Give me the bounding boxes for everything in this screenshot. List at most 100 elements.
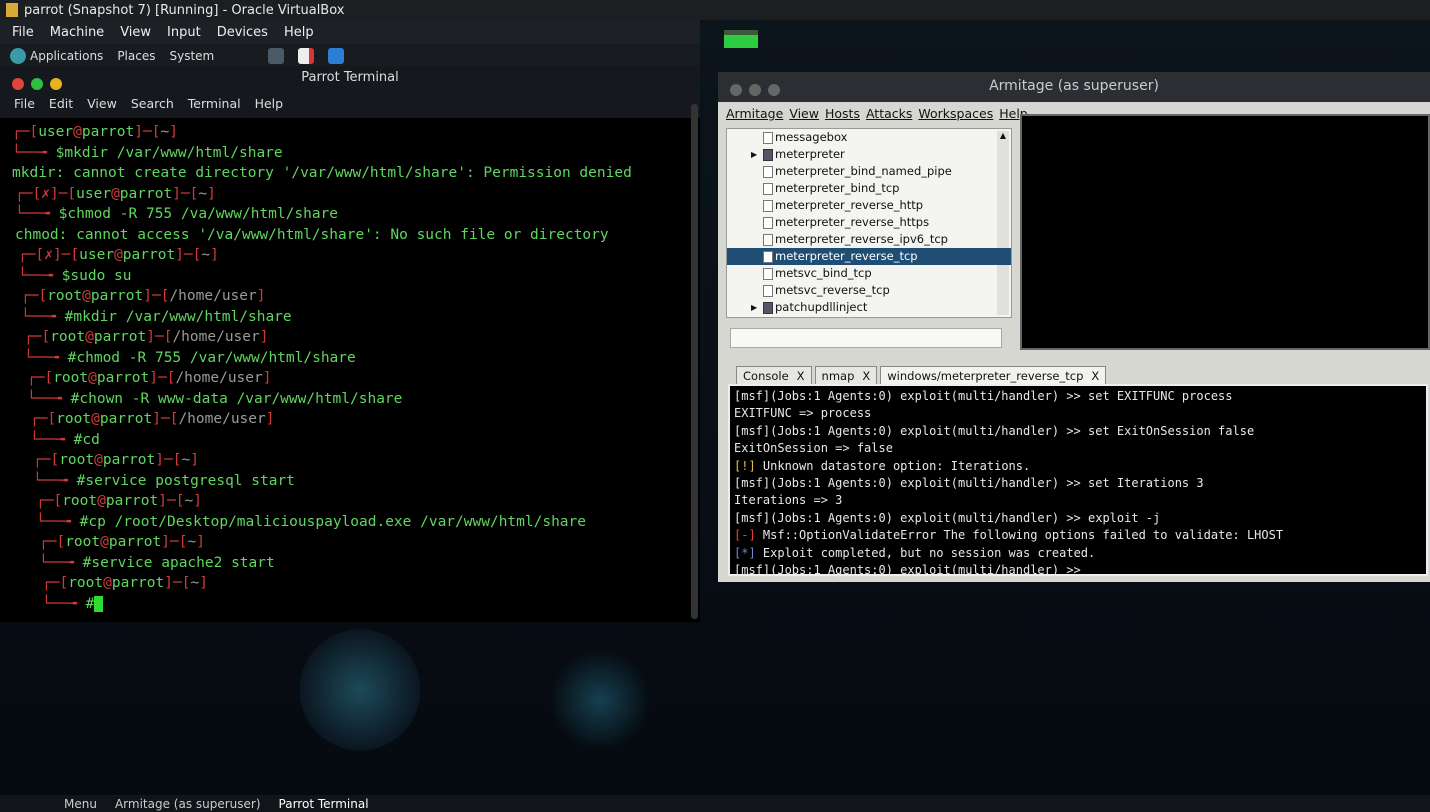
- tree-item[interactable]: meterpreter_bind_named_pipe: [727, 163, 1011, 180]
- prompt-host: parrot: [102, 452, 156, 468]
- tab-bar: Console Xnmap Xwindows/meterpreter_reverse…: [736, 366, 1107, 386]
- arm-menu-view[interactable]: View: [789, 106, 819, 121]
- arm-menu-attacks[interactable]: Attacks: [866, 106, 912, 121]
- taskbar-menu[interactable]: Menu: [64, 797, 97, 811]
- prompt-decoration: ]: [265, 411, 275, 427]
- prompt-decoration: └──╼: [24, 349, 68, 366]
- panel-places[interactable]: Places: [117, 49, 155, 63]
- menu-input[interactable]: Input: [167, 25, 201, 41]
- command-line: └──╼ #cp /root/Desktop/maliciouspayload.…: [12, 512, 688, 533]
- prompt-decoration: ┌─: [21, 288, 39, 304]
- tree-item-label: meterpreter_reverse_https: [775, 215, 930, 229]
- terminal-window: Parrot Terminal File Edit View Search Termin…: [0, 66, 700, 622]
- expand-arrow-icon[interactable]: ▶: [751, 146, 757, 163]
- prompt-decoration: ┌─: [12, 124, 30, 140]
- tab-close-button[interactable]: X: [862, 369, 870, 383]
- tree-item-label: meterpreter_reverse_http: [775, 198, 924, 212]
- targets-view[interactable]: [1020, 114, 1430, 350]
- console-tag: [!]: [734, 458, 756, 473]
- console-text: Exploit completed, but no session was cr…: [755, 545, 1096, 560]
- terminal-titlebar: Parrot Terminal: [0, 66, 700, 96]
- tree-item[interactable]: meterpreter_reverse_https: [727, 214, 1011, 231]
- console-text: [msf](Jobs:1 Agents:0) exploit(multi/han…: [734, 476, 1204, 491]
- arm-menu-hosts[interactable]: Hosts: [825, 106, 860, 121]
- menu-help[interactable]: Help: [284, 25, 314, 41]
- tab-close-button[interactable]: X: [1091, 369, 1099, 383]
- fail-mark: ✗: [41, 185, 50, 202]
- prompt-decoration: ]: [199, 575, 208, 591]
- command-line: └──╼ #service postgresql start: [12, 471, 688, 492]
- prompt-decoration: ]─: [49, 185, 68, 202]
- arm-menu-workspaces[interactable]: Workspaces: [918, 106, 993, 121]
- prompt-user: root: [62, 493, 98, 509]
- terminal-output[interactable]: ┌─[user@parrot]─[~] └──╼ $mkdir /var/www/…: [0, 118, 700, 618]
- prompt-decoration: [: [47, 411, 57, 427]
- maximize-button[interactable]: [768, 84, 780, 96]
- close-button[interactable]: [730, 84, 742, 96]
- vscode-launcher-icon[interactable]: [328, 48, 345, 64]
- menu-devices[interactable]: Devices: [217, 25, 268, 41]
- term-menu-help[interactable]: Help: [255, 96, 284, 118]
- console-line: [!] Unknown datastore option: Iterations…: [734, 458, 1422, 475]
- console-line: ExitOnSession => false: [734, 440, 1422, 457]
- file-icon: [763, 234, 773, 246]
- tree-item[interactable]: meterpreter_reverse_tcp: [727, 248, 1011, 265]
- prompt-decoration: [: [32, 185, 42, 202]
- taskbar-terminal[interactable]: Parrot Terminal: [279, 797, 369, 811]
- tree-item[interactable]: meterpreter_bind_tcp: [727, 180, 1011, 197]
- maximize-button[interactable]: [50, 78, 62, 90]
- module-search-input[interactable]: [730, 328, 1002, 348]
- tree-item[interactable]: metsvc_bind_tcp: [727, 265, 1011, 282]
- prompt-path: ~: [190, 575, 200, 591]
- menu-file[interactable]: File: [12, 25, 34, 41]
- prompt-line: ┌─[root@parrot]─[/home/user]: [12, 409, 688, 430]
- terminal-scrollbar[interactable]: [691, 104, 698, 619]
- prompt-decoration: @: [85, 329, 94, 345]
- prompt-user: user: [38, 124, 74, 140]
- console-tag: [-]: [734, 528, 756, 543]
- taskbar-armitage[interactable]: Armitage (as superuser): [115, 797, 261, 811]
- prompt-user: root: [53, 370, 89, 386]
- command-text: sudo su: [70, 267, 132, 284]
- tree-item-label: meterpreter_reverse_tcp: [775, 249, 918, 263]
- terminal-launcher-icon[interactable]: [268, 48, 285, 64]
- tree-item[interactable]: ▶ patchupdllinject: [727, 299, 1011, 316]
- panel-system[interactable]: System: [169, 49, 214, 63]
- prompt-decoration: [: [38, 288, 48, 304]
- menu-view[interactable]: View: [120, 25, 151, 41]
- tree-item[interactable]: messagebox: [727, 129, 1011, 146]
- term-menu-view[interactable]: View: [87, 96, 117, 118]
- prompt-decoration: ]: [256, 288, 266, 304]
- command-text: mkdir /var/www/html/share: [73, 308, 292, 325]
- prompt-decoration: ]: [207, 185, 216, 202]
- term-menu-terminal[interactable]: Terminal: [188, 96, 241, 118]
- tree-item[interactable]: metsvc_reverse_tcp: [727, 282, 1011, 299]
- tree-item[interactable]: meterpreter_reverse_ipv6_tcp: [727, 231, 1011, 248]
- tab[interactable]: Console X: [736, 366, 812, 386]
- term-menu-edit[interactable]: Edit: [49, 96, 73, 118]
- panel-applications[interactable]: Applications: [30, 49, 103, 63]
- tree-item[interactable]: ▶ meterpreter: [727, 146, 1011, 163]
- tab-close-button[interactable]: X: [797, 369, 805, 383]
- prompt-decoration: ]─[: [149, 370, 176, 386]
- tab[interactable]: nmap X: [814, 366, 878, 386]
- close-button[interactable]: [12, 78, 24, 90]
- msf-console[interactable]: [msf](Jobs:1 Agents:0) exploit(multi/han…: [728, 384, 1428, 578]
- minimize-button[interactable]: [749, 84, 761, 96]
- menu-machine[interactable]: Machine: [50, 25, 104, 41]
- expand-arrow-icon[interactable]: ▶: [751, 299, 757, 316]
- minimize-button[interactable]: [31, 78, 43, 90]
- tab[interactable]: windows/meterpreter_reverse_tcp X: [880, 366, 1107, 386]
- prompt-decoration: [: [41, 329, 51, 345]
- tree-item[interactable]: meterpreter_reverse_http: [727, 197, 1011, 214]
- prompt-host: parrot: [90, 288, 144, 304]
- prompt-decoration: ]: [259, 329, 269, 345]
- vbox-menubar: File Machine View Input Devices Help: [0, 20, 700, 46]
- command-output: chmod: cannot access '/va/www/html/share…: [15, 226, 609, 243]
- term-menu-search[interactable]: Search: [131, 96, 174, 118]
- arm-menu-armitage[interactable]: Armitage: [726, 106, 783, 121]
- text-editor-launcher-icon[interactable]: [298, 48, 315, 64]
- term-menu-file[interactable]: File: [14, 96, 35, 118]
- prompt-host: parrot: [93, 329, 147, 345]
- console-text: [msf](Jobs:1 Agents:0) exploit(multi/han…: [734, 563, 1081, 578]
